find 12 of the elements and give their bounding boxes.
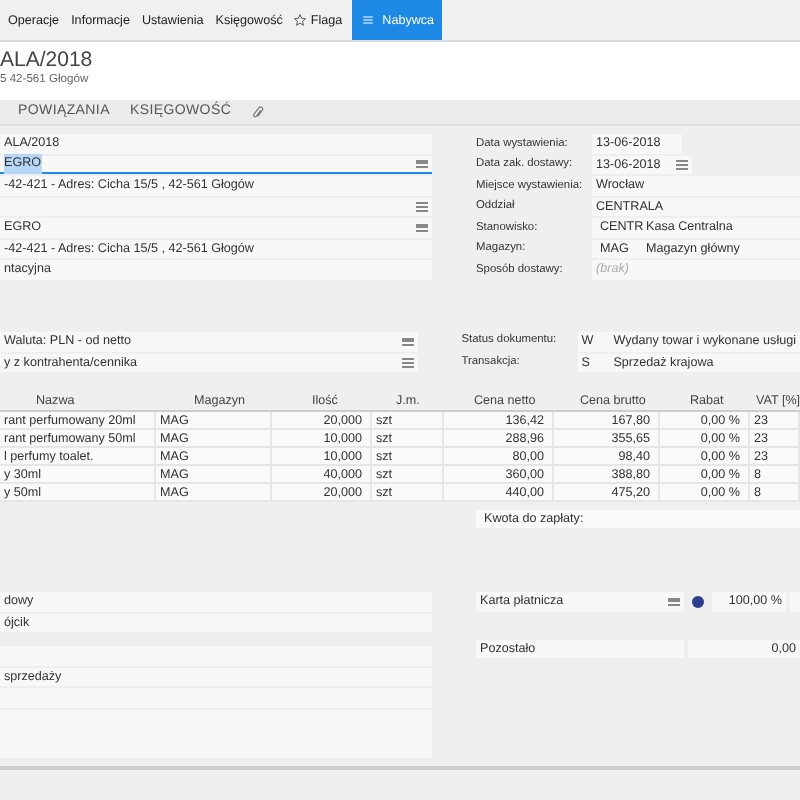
list-icon[interactable] xyxy=(416,157,428,170)
paperclip-icon[interactable] xyxy=(251,105,264,119)
list-icon[interactable] xyxy=(416,221,428,234)
input-field[interactable] xyxy=(0,197,432,216)
list-icon xyxy=(362,14,375,26)
document-title: ALA/2018 xyxy=(0,48,93,72)
list-icon[interactable] xyxy=(676,158,688,171)
list-icon[interactable] xyxy=(401,356,414,369)
star-icon xyxy=(294,14,307,26)
list-icon[interactable] xyxy=(401,335,414,348)
list-icon[interactable] xyxy=(416,200,428,213)
list-icon[interactable] xyxy=(668,595,680,608)
